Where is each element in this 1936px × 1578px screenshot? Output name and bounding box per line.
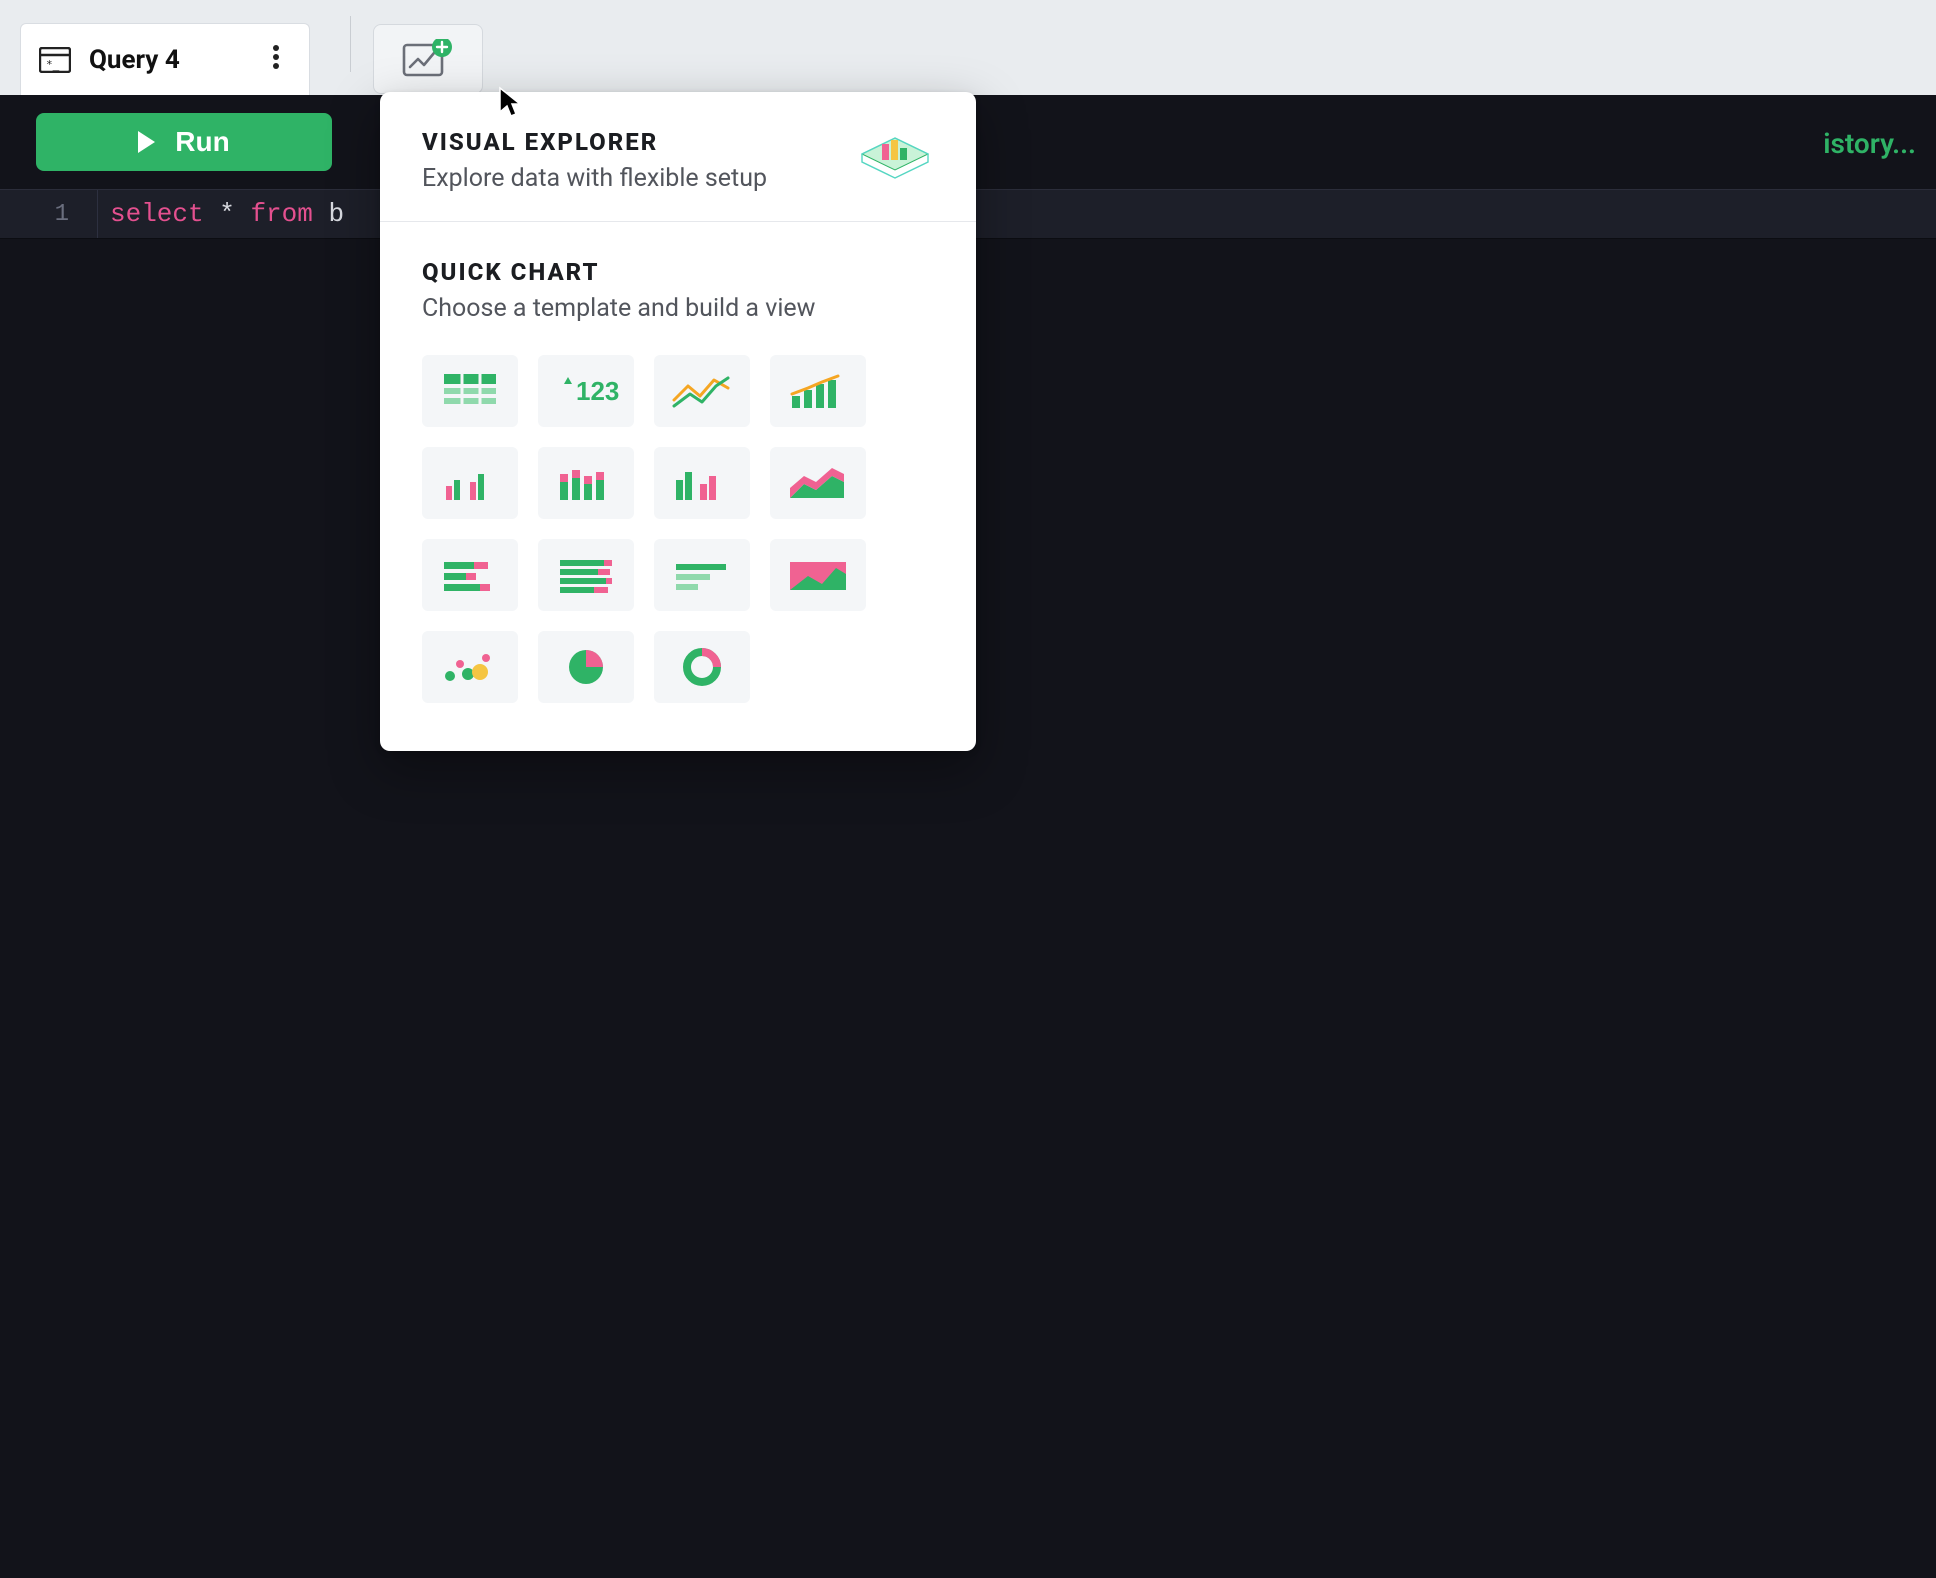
- chart-type-scatter[interactable]: [422, 631, 518, 703]
- big-number-label: 123: [576, 376, 619, 406]
- keyword-select: select: [110, 199, 204, 229]
- visual-explorer-title: VISUAL EXPLORER: [422, 128, 767, 156]
- tab-label: Query 4: [89, 45, 247, 75]
- tab-menu-button[interactable]: [265, 41, 287, 78]
- visual-explorer-subtitle: Explore data with flexible setup: [422, 164, 767, 193]
- query-tab-icon: *_: [39, 47, 71, 73]
- chart-type-table[interactable]: [422, 355, 518, 427]
- quick-chart-subtitle: Choose a template and build a view: [422, 294, 934, 323]
- chart-type-line[interactable]: [654, 355, 750, 427]
- chart-type-clustered-bar[interactable]: [654, 447, 750, 519]
- chart-type-stacked-bar[interactable]: [538, 447, 634, 519]
- tab-divider: [350, 16, 351, 72]
- token-star: *: [219, 199, 235, 229]
- history-link[interactable]: istory...: [1823, 127, 1916, 160]
- chart-type-horizontal-bar-1[interactable]: [422, 539, 518, 611]
- line-number: 1: [0, 190, 98, 238]
- chart-type-bar-line-combo[interactable]: [770, 355, 866, 427]
- chart-type-horizontal-bar-2[interactable]: [538, 539, 634, 611]
- play-icon: [138, 131, 155, 153]
- run-button[interactable]: Run: [36, 113, 332, 171]
- chart-type-filled-area[interactable]: [770, 539, 866, 611]
- new-visualization-popover: VISUAL EXPLORER Explore data with flexib…: [380, 92, 976, 751]
- chart-type-grouped-bar[interactable]: [422, 447, 518, 519]
- tab-query[interactable]: *_ Query 4: [20, 23, 310, 95]
- chart-type-area[interactable]: [770, 447, 866, 519]
- tab-strip: *_ Query 4: [0, 0, 1936, 95]
- chart-type-horizontal-bar-simple[interactable]: [654, 539, 750, 611]
- chart-type-big-number[interactable]: 123: [538, 355, 634, 427]
- run-button-label: Run: [175, 126, 229, 158]
- new-visualization-button[interactable]: [373, 24, 483, 94]
- quick-chart-grid: 123: [380, 331, 976, 703]
- code-content[interactable]: select * from b: [98, 199, 344, 229]
- quick-chart-title: QUICK CHART: [422, 258, 934, 286]
- keyword-from: from: [250, 199, 312, 229]
- chart-type-donut[interactable]: [654, 631, 750, 703]
- quick-chart-section: QUICK CHART Choose a template and build …: [380, 222, 976, 331]
- visual-explorer-section[interactable]: VISUAL EXPLORER Explore data with flexib…: [380, 92, 976, 221]
- chart-type-pie[interactable]: [538, 631, 634, 703]
- svg-text:*_: *_: [46, 58, 60, 71]
- token-identifier: b: [328, 199, 344, 229]
- visual-explorer-icon: [856, 132, 934, 188]
